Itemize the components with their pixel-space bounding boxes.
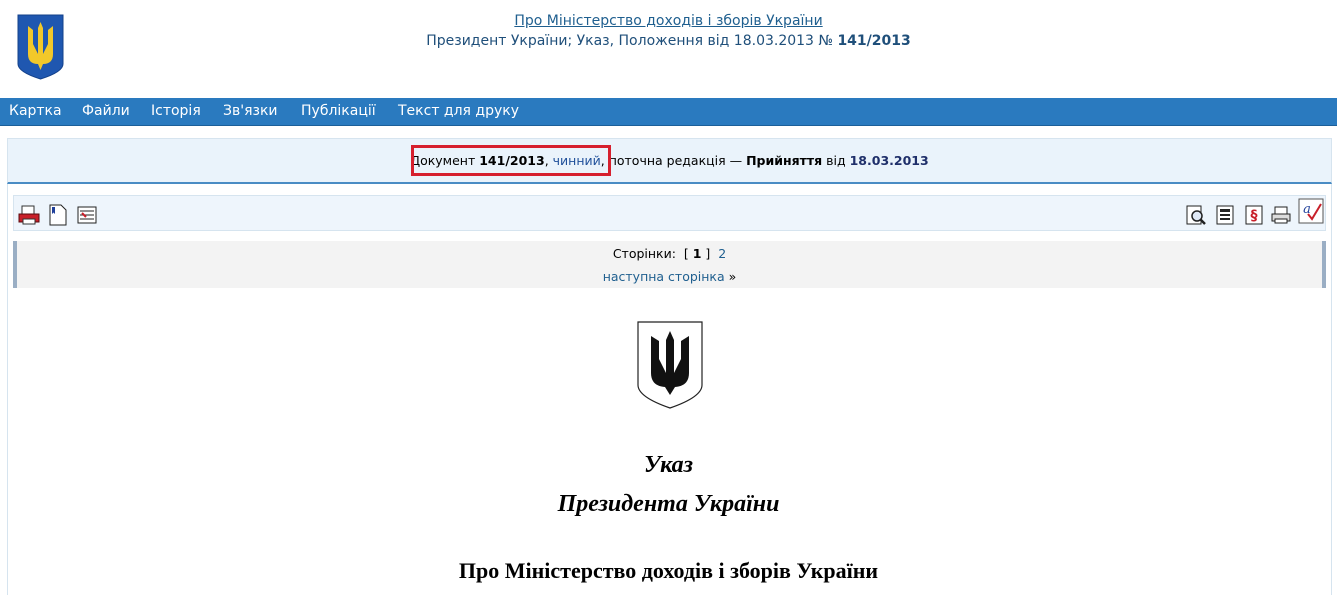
main-nav: Картка Файли Історія Зв'язки Публікації … <box>0 98 1337 126</box>
document-toolbar: § a <box>13 195 1326 231</box>
highlight-annotation-box <box>411 145 611 176</box>
next-arrow: » <box>728 269 737 284</box>
compare-icon[interactable] <box>76 204 98 226</box>
notes-icon[interactable] <box>1214 204 1236 226</box>
document-heading-title: Про Міністерство доходів і зборів Україн… <box>458 558 879 583</box>
next-page-link[interactable]: наступна сторінка <box>603 269 725 284</box>
printer-icon[interactable] <box>1270 204 1292 226</box>
nav-item-files[interactable]: Файли <box>82 103 130 119</box>
status-event: Прийняття <box>746 153 823 168</box>
page-header: Про Міністерство доходів і зборів Україн… <box>0 0 1337 98</box>
document-heading-president: Президента України <box>557 491 780 517</box>
section-icon[interactable]: § <box>1243 204 1265 226</box>
document-subtitle: Президент України; Указ, Положення від 1… <box>426 33 911 49</box>
pagination-current-page: 1 <box>692 246 702 261</box>
spellcheck-icon[interactable]: a <box>1298 198 1324 224</box>
nav-item-print-text[interactable]: Текст для друку <box>398 103 519 119</box>
nav-item-publications[interactable]: Публікації <box>301 103 376 119</box>
nav-item-card[interactable]: Картка <box>9 103 62 119</box>
pagination-next: наступна сторінка » <box>17 269 1322 284</box>
document-heading-decree: Указ <box>643 452 694 478</box>
pagination-pages: Сторінки: [ 1 ] 2 <box>612 246 727 261</box>
document-title-link[interactable]: Про Міністерство доходів і зборів Україн… <box>0 13 1337 29</box>
svg-text:§: § <box>1251 208 1258 224</box>
status-date: 18.03.2013 <box>849 153 929 168</box>
pagination-page-2-link[interactable]: 2 <box>718 246 726 261</box>
document-status-bar: Документ 141/2013, чинний, поточна редак… <box>7 138 1332 184</box>
status-text: Документ 141/2013, чинний, поточна редак… <box>410 153 929 168</box>
pagination-label: Сторінки: <box>612 246 676 261</box>
nav-item-links[interactable]: Зв'язки <box>223 103 278 119</box>
search-icon[interactable] <box>1185 204 1207 226</box>
document-icon[interactable] <box>47 204 69 226</box>
print-icon[interactable] <box>18 204 40 226</box>
document-number: 141/2013 <box>837 33 911 49</box>
state-emblem-icon <box>637 321 703 409</box>
nav-item-history[interactable]: Історія <box>151 103 201 119</box>
pagination: Сторінки: [ 1 ] 2 наступна сторінка » <box>13 241 1326 288</box>
